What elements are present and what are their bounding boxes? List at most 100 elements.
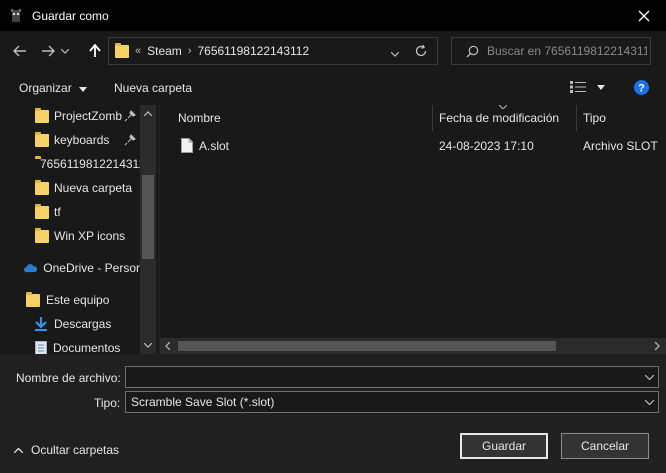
search-input[interactable] — [487, 44, 647, 58]
nav-item-label: OneDrive - Persor — [43, 261, 140, 275]
scroll-down-icon[interactable] — [144, 343, 152, 348]
column-divider[interactable] — [432, 105, 433, 131]
nav-scrollbar[interactable] — [140, 105, 156, 354]
close-button[interactable] — [622, 0, 666, 31]
nav-item-label: Win XP icons — [54, 229, 126, 243]
up-button[interactable] — [84, 40, 106, 62]
folder-icon — [115, 42, 129, 58]
address-dropdown-button[interactable] — [390, 46, 400, 60]
column-header-name[interactable]: Nombre — [178, 105, 221, 131]
folder-icon — [35, 107, 49, 123]
nav-item-label: Descargas — [54, 317, 112, 331]
chevron-down-icon — [61, 48, 69, 54]
document-icon — [35, 341, 47, 354]
svg-text:?: ? — [638, 83, 645, 95]
help-icon: ? — [634, 80, 649, 95]
column-header-date[interactable]: Fecha de modificación — [439, 105, 559, 131]
hide-folders-button[interactable]: Ocultar carpetas — [14, 443, 119, 457]
pin-icon — [124, 110, 136, 122]
arrow-up-icon — [89, 44, 101, 57]
refresh-button[interactable] — [414, 44, 428, 61]
breadcrumb-current[interactable]: 76561198122143112 — [197, 44, 309, 58]
folder-icon — [35, 131, 49, 147]
filename-input[interactable] — [131, 370, 631, 384]
file-list-hscrollbar[interactable] — [160, 338, 666, 354]
file-row[interactable]: A.slot 24-08-2023 17:10 Archivo SLOT — [160, 135, 666, 157]
folder-icon — [35, 179, 49, 195]
address-row: « Steam › 76561198122143112 — [0, 31, 666, 71]
nav-item-documentos[interactable]: Documentos — [0, 337, 140, 354]
search-icon — [466, 45, 479, 57]
save-form: Nombre de archivo: Tipo: Scramble Save S… — [0, 354, 666, 473]
filetype-select[interactable]: Scramble Save Slot (*.slot) — [125, 391, 659, 413]
scroll-left-icon[interactable] — [165, 342, 170, 350]
file-name: A.slot — [199, 139, 230, 153]
nav-item-win-xp-icons[interactable]: Win XP icons — [0, 225, 140, 247]
app-icon — [11, 8, 21, 22]
breadcrumb-chevron-icon[interactable]: › — [188, 45, 192, 57]
file-list-scroll-thumb[interactable] — [178, 341, 556, 351]
view-options-button[interactable] — [570, 81, 606, 96]
chevron-down-icon — [645, 400, 654, 405]
chevron-down-icon[interactable] — [645, 375, 654, 380]
nav-item-tf[interactable]: tf — [0, 201, 140, 223]
file-type: Archivo SLOT — [583, 139, 658, 153]
organize-button[interactable]: Organizar — [19, 81, 88, 95]
forward-button[interactable] — [37, 40, 59, 62]
nav-item-label: Este equipo — [46, 293, 110, 307]
window-title: Guardar como — [32, 8, 109, 23]
hide-folders-label: Ocultar carpetas — [31, 443, 120, 457]
save-button[interactable]: Guardar — [460, 433, 548, 459]
nav-scroll-thumb[interactable] — [142, 175, 154, 259]
filename-combo[interactable] — [125, 366, 659, 388]
type-label: Tipo: — [94, 396, 121, 410]
scroll-right-icon[interactable] — [655, 342, 660, 350]
nav-item-label: Documentos — [53, 341, 121, 354]
nav-item-descargas[interactable]: Descargas — [0, 313, 140, 335]
address-bar[interactable]: « Steam › 76561198122143112 — [108, 37, 438, 65]
recent-locations-button[interactable] — [58, 40, 72, 62]
nav-item-label: keyboards — [54, 133, 110, 147]
title-bar: Guardar como — [0, 0, 666, 31]
scroll-up-icon[interactable] — [144, 111, 152, 116]
cancel-button[interactable]: Cancelar — [561, 433, 649, 459]
column-divider[interactable] — [576, 105, 577, 131]
file-icon — [181, 138, 193, 153]
nav-item-este-equipo[interactable]: Este equipo — [0, 289, 140, 311]
chevron-down-icon — [390, 51, 400, 57]
arrow-right-icon — [42, 45, 55, 57]
nav-item-label: tf — [54, 205, 61, 219]
nav-item-onedrive[interactable]: OneDrive - Persor — [0, 257, 140, 279]
file-modified: 24-08-2023 17:10 — [439, 139, 534, 153]
caret-down-icon — [597, 85, 606, 90]
onedrive-cloud-icon — [24, 264, 38, 273]
back-button[interactable] — [9, 40, 31, 62]
organize-label: Organizar — [19, 81, 72, 95]
file-list[interactable]: Nombre Fecha de modificación Tipo A.slot… — [160, 105, 666, 354]
help-button[interactable]: ? — [634, 80, 649, 98]
navigation-pane[interactable]: ProjectZomb keyboards 76561198122143112 … — [0, 105, 158, 354]
nav-item-label: Nueva carpeta — [54, 181, 133, 195]
caret-down-icon — [79, 87, 88, 92]
column-header-type[interactable]: Tipo — [583, 105, 606, 131]
search-box[interactable] — [451, 37, 651, 65]
nav-item-steamid[interactable]: 76561198122143112 — [0, 153, 140, 175]
address-overflow[interactable]: « — [135, 45, 141, 57]
nav-item-keyboards[interactable]: keyboards — [0, 129, 140, 151]
computer-icon — [26, 291, 40, 307]
arrow-left-icon — [13, 45, 26, 57]
new-folder-button[interactable]: Nueva carpeta — [114, 81, 192, 95]
folder-icon — [35, 227, 49, 243]
details-view-icon — [570, 81, 586, 93]
nav-item-projectzomb[interactable]: ProjectZomb — [0, 105, 140, 127]
chevron-up-icon — [14, 447, 23, 453]
folder-icon — [35, 203, 49, 219]
filetype-value: Scramble Save Slot (*.slot) — [131, 395, 275, 409]
close-icon — [638, 10, 650, 21]
refresh-icon — [415, 44, 427, 57]
breadcrumb-steam[interactable]: Steam — [147, 44, 182, 58]
nav-item-nueva-carpeta[interactable]: Nueva carpeta — [0, 177, 140, 199]
pin-icon — [124, 134, 136, 146]
nav-item-label: ProjectZomb — [54, 109, 123, 123]
download-icon — [35, 317, 47, 331]
